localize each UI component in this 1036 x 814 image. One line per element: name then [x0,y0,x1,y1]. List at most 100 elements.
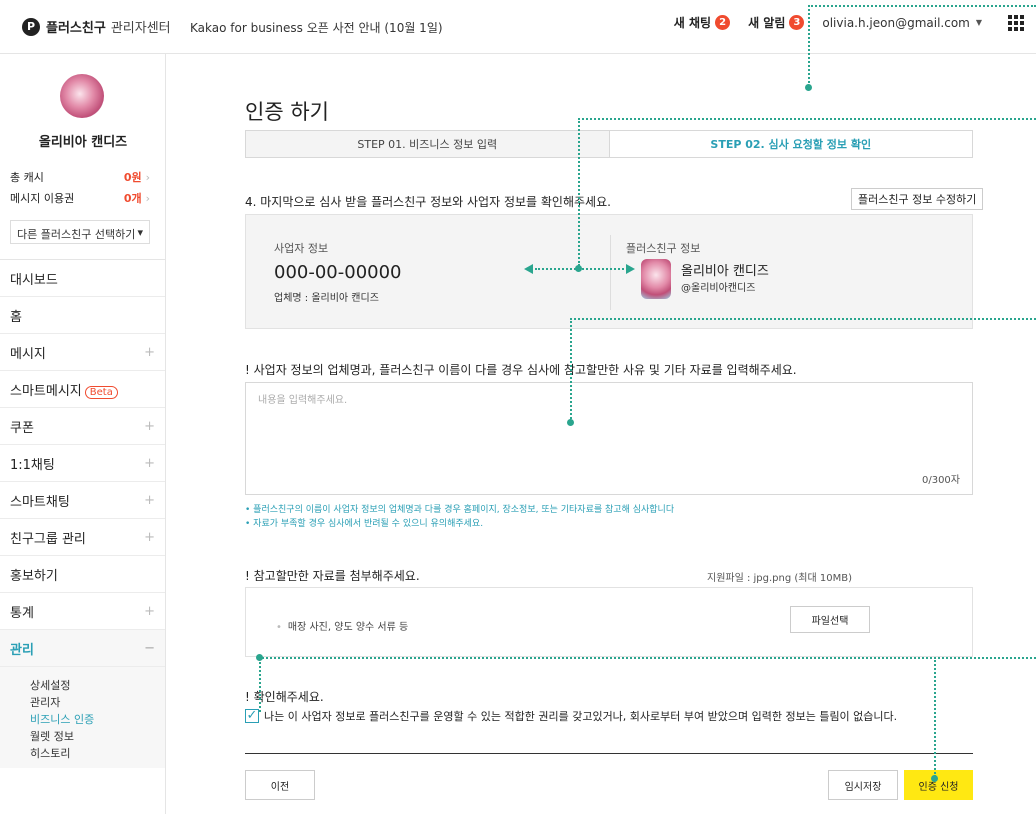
plus-icon: + [144,492,155,508]
annotation-line [934,657,936,777]
sidebar-item-label: 메시지 [10,346,46,362]
notice-link[interactable]: Kakao for business 오픈 사전 안내 (10월 1일) [190,19,443,36]
sidebar-item-label: 스마트채팅 [10,494,70,510]
confirm-text: 나는 이 사업자 정보로 플러스친구를 운영할 수 있는 적합한 권리를 갖고있… [264,710,898,723]
sidebar-item-label: 친구그룹 관리 [10,531,86,547]
sidebar-item-label: 쿠폰 [10,420,34,436]
message-credit-value: 0개 [123,192,142,205]
chevron-right-icon: › [145,171,150,184]
avatar [60,74,104,118]
info-summary-box: 사업자 정보 000-00-00000 업체명 : 올리비아 캔디즈 플러스친구… [245,214,973,329]
attach-file-types: 지원파일 : jpg.png (최대 10MB) [707,573,852,584]
apps-grid-icon[interactable] [1008,14,1024,31]
chevron-down-icon: ▾ [137,226,143,239]
note-2: • 자료가 부족할 경우 심사에서 반려될 수 있으니 유의해주세요. [245,519,484,529]
sidebar: 올리비아 캔디즈 총 캐시 0원 › 메시지 이용권 0개 › 다른 플러스친구 선… [0,54,166,814]
message-credit-row[interactable]: 메시지 이용권 0개 › [10,190,150,206]
new-alert-link[interactable]: 새 알림 3 [748,14,805,31]
submenu-item-admin[interactable]: 관리자 [30,694,165,711]
friend-select-label: 다른 플러스친구 선택하기 [17,228,136,241]
caret-down-icon[interactable]: ▼ [976,18,982,27]
sidebar-item-chat[interactable]: 1:1채팅 + [0,445,165,482]
new-chat-badge: 2 [715,15,731,30]
divider [245,753,973,754]
new-alert-badge: 3 [789,15,805,30]
sidebar-item-label: 대시보드 [10,272,58,288]
sidebar-item-promotion[interactable]: 홍보하기 [0,556,165,593]
message-credit-label: 메시지 이용권 [10,192,75,205]
submenu-item-history[interactable]: 히스토리 [30,745,165,762]
step-indicator: STEP 01. 비즈니스 정보 입력 STEP 02. 심사 요청할 정보 확… [245,130,973,158]
reason-char-count: 0/300자 [921,475,960,486]
plus-icon: + [144,344,155,360]
plusfriend-name: 올리비아 캔디즈 [681,264,769,279]
annotation-dot [567,419,574,426]
sidebar-item-message[interactable]: 메시지 + [0,334,165,371]
step-2: STEP 02. 심사 요청할 정보 확인 [609,131,972,157]
edit-plusfriend-button[interactable]: 플러스친구 정보 수정하기 [851,188,984,210]
arrow-right-icon [626,264,635,274]
sidebar-item-smart-message[interactable]: 스마트메시지 Beta [0,371,165,408]
logo-name: 플러스친구 [46,21,106,36]
sidebar-item-friend-group[interactable]: 친구그룹 관리 + [0,519,165,556]
confirm-row: ✓ 나는 이 사업자 정보로 플러스친구를 운영할 수 있는 적합한 권리를 갖… [245,708,897,724]
profile-name: 올리비아 캔디즈 [38,135,128,150]
business-company-name: 업체명 : 올리비아 캔디즈 [274,293,379,304]
annotation-line [259,657,1036,659]
new-chat-link[interactable]: 새 채팅 2 [674,14,731,31]
logo-subtitle: 관리자센터 [110,21,171,36]
annotation-dot [805,84,812,91]
reason-placeholder: 내용을 입력해주세요. [258,395,348,406]
annotation-dot [575,265,582,272]
plusfriend-id: @올리비아캔디즈 [681,283,756,294]
prev-button[interactable]: 이전 [245,770,315,800]
sidebar-item-label: 1:1채팅 [10,457,55,473]
sidebar-item-label: 통계 [10,605,34,621]
sidebar-item-coupon[interactable]: 쿠폰 + [0,408,165,445]
submenu-item-settings[interactable]: 상세설정 [30,677,165,694]
sidebar-item-home[interactable]: 홈 [0,297,165,334]
page-title: 인증 하기 [245,100,329,124]
step-1: STEP 01. 비즈니스 정보 입력 [246,131,610,157]
beta-badge: Beta [84,385,118,399]
chevron-right-icon: › [145,192,150,205]
sidebar-item-label: 홍보하기 [10,568,58,584]
cash-row[interactable]: 총 캐시 0원 › [10,169,150,185]
file-select-button[interactable]: 파일선택 [790,606,870,633]
submenu-item-business-auth[interactable]: 비즈니스 인증 [30,711,165,728]
annotation-line [808,5,1036,7]
sidebar-item-manage[interactable]: 관리 − [0,630,165,667]
section-title-confirm: ! 확인해주세요. [245,690,324,704]
plusfriend-avatar [641,259,671,299]
manage-submenu: 상세설정 관리자 비즈니스 인증 월렛 정보 히스토리 [0,667,165,768]
logo[interactable]: P 플러스친구 관리자센터 [22,17,171,36]
reason-textarea[interactable]: 내용을 입력해주세요. 0/300자 [245,382,973,495]
plus-icon: + [144,455,155,471]
minus-icon: − [144,640,155,656]
annotation-dot [931,775,938,782]
confirm-checkbox[interactable]: ✓ [245,709,259,723]
note-1: • 플러스친구의 이름이 사업자 정보의 업체명과 다를 경우 홈페이지, 장소… [245,505,675,515]
plusfriend-logo-icon: P [22,17,40,36]
friend-select-dropdown[interactable]: 다른 플러스친구 선택하기 ▾ [10,220,150,244]
save-draft-button[interactable]: 임시저장 [828,770,898,800]
sidebar-item-smart-chat[interactable]: 스마트채팅 + [0,482,165,519]
section-title-confirm-info: 4. 마지막으로 심사 받을 플러스친구 정보와 사업자 정보를 확인해주세요. [245,195,611,209]
submit-button[interactable]: 인증 신청 [904,770,973,800]
plus-icon: + [144,529,155,545]
business-number: 000-00-00000 [274,262,402,283]
header-actions: 새 채팅 2 새 알림 3 olivia.h.jeon@gmail.com ▼ [674,14,1024,31]
section-title-reason: ! 사업자 정보의 업체명과, 플러스친구 이름이 다를 경우 심사에 참고할만… [245,363,797,377]
annotation-line [808,5,810,87]
attach-box: • 매장 사진, 양도 양수 서류 등 파일선택 [245,587,973,657]
sidebar-item-label: 홈 [10,309,22,325]
section-title-attach: ! 참고할만한 자료를 첨부해주세요. [245,569,420,583]
sidebar-item-dashboard[interactable]: 대시보드 [0,260,165,297]
submenu-item-wallet[interactable]: 월렛 정보 [30,728,165,745]
sidebar-item-stats[interactable]: 통계 + [0,593,165,630]
account-email[interactable]: olivia.h.jeon@gmail.com [822,16,969,30]
sidebar-item-label: 스마트메시지 [10,383,82,399]
business-info-label: 사업자 정보 [274,242,329,255]
annotation-dot [256,654,263,661]
sidebar-item-label: 관리 [10,642,34,658]
